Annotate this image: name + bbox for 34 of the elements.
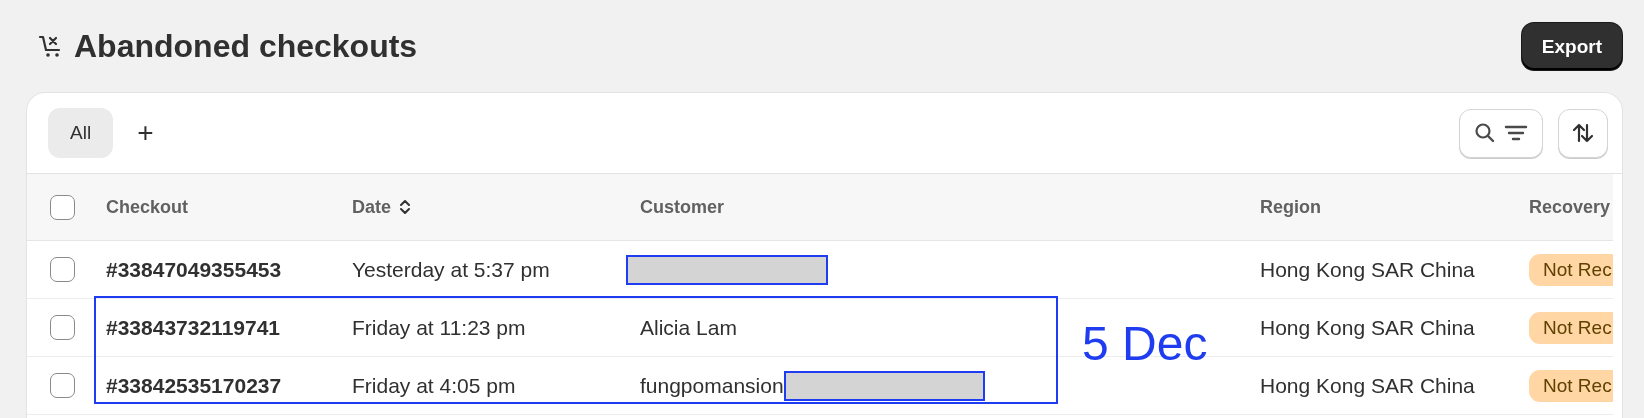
row-checkbox[interactable] [50, 257, 75, 282]
add-tab-button[interactable]: + [131, 117, 160, 149]
row-checkbox[interactable] [50, 373, 75, 398]
table-cell: Hong Kong SAR China [1260, 257, 1475, 282]
column-header[interactable]: Region [1260, 196, 1321, 218]
export-button[interactable]: Export [1521, 23, 1622, 70]
status-badge: Not Rec [1529, 369, 1613, 402]
column-header[interactable]: Recovery [1529, 196, 1611, 218]
status-badge: Not Rec [1529, 311, 1613, 344]
status-badge: Not Rec [1529, 253, 1613, 286]
filter-icon [1504, 123, 1528, 143]
table-cell: Alicia Lam [640, 315, 737, 340]
checkout-id[interactable]: #33842535170237 [106, 373, 282, 398]
sort-button[interactable] [1558, 108, 1608, 158]
table-cell: Hong Kong SAR China [1260, 315, 1475, 340]
checkout-id[interactable]: #33847049355453 [106, 257, 282, 282]
table-cell: fungpomansion [640, 373, 784, 398]
table-cell: Hong Kong SAR China [1260, 373, 1475, 398]
table-cell: Yesterday at 5:37 pm [352, 257, 550, 282]
select-all-checkbox[interactable] [50, 194, 75, 220]
sort-chevron-icon [399, 198, 411, 216]
row-checkbox[interactable] [50, 315, 75, 340]
column-header[interactable]: Customer [640, 196, 724, 218]
page-title: Abandoned checkouts [74, 28, 418, 65]
column-header[interactable]: Date [352, 196, 411, 218]
column-header[interactable]: Checkout [106, 196, 188, 218]
search-filter-button[interactable] [1459, 108, 1543, 158]
table-cell: Friday at 4:05 pm [352, 373, 516, 398]
search-icon [1474, 122, 1496, 144]
sort-icon [1571, 121, 1595, 145]
annotation-label: 5 Dec [1082, 320, 1208, 368]
table-cell: Friday at 11:23 pm [352, 315, 526, 340]
checkout-id[interactable]: #33843732119741 [106, 315, 281, 340]
tab[interactable]: All [48, 108, 114, 158]
